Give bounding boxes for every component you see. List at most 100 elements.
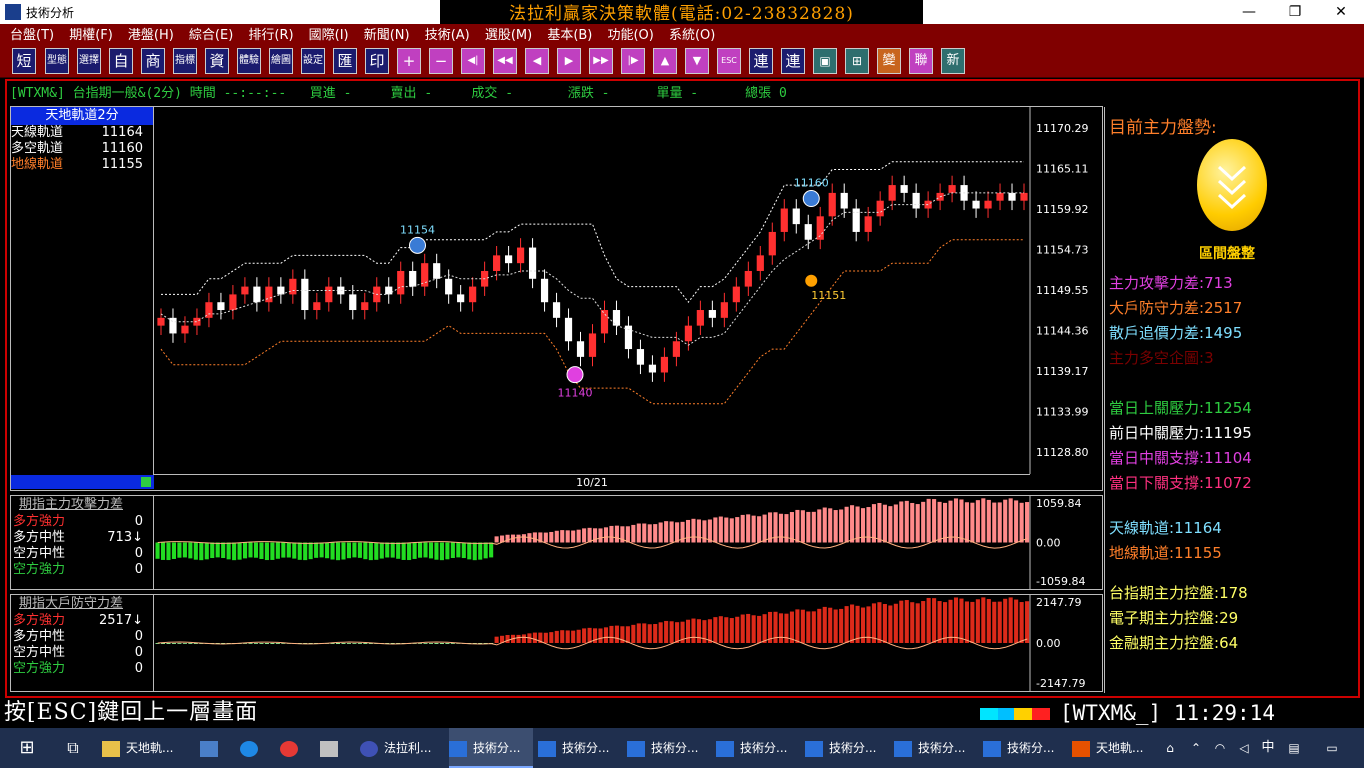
candle-body	[1020, 192, 1028, 201]
people-icon[interactable]: ⌂	[1160, 728, 1180, 768]
print-button[interactable]: 印	[365, 48, 389, 74]
legend-value: 0	[134, 629, 143, 644]
notification-icon[interactable]: ▭	[1322, 728, 1342, 768]
start-icon[interactable]: ⊞	[12, 728, 42, 768]
y-tick-label: 11139.17	[1036, 365, 1089, 378]
legend-value: 713↓	[107, 530, 143, 545]
bar	[926, 498, 931, 543]
bar	[981, 498, 986, 543]
task-item[interactable]: 技術分...	[716, 728, 800, 768]
fast-back-button[interactable]: ◀◀	[493, 48, 517, 74]
legend-value: 0	[134, 514, 143, 529]
trend-coin-icon	[1197, 139, 1267, 231]
bar	[713, 517, 718, 543]
zoom-out-button[interactable]: −	[429, 48, 453, 74]
short-button[interactable]: 短	[12, 48, 36, 74]
task-item[interactable]: 法拉利...	[360, 728, 444, 768]
window-icon[interactable]: ▣	[813, 48, 837, 74]
lock-icon[interactable]: ⊞	[845, 48, 869, 74]
bar	[237, 542, 242, 560]
zoom-in-button[interactable]: +	[397, 48, 421, 74]
level-value: 11254	[1204, 399, 1252, 417]
y-tick-label: 11144.36	[1036, 325, 1089, 338]
task-item[interactable]: 技術分...	[894, 728, 978, 768]
legend-header[interactable]: 天地軌道2分	[11, 107, 153, 125]
x-axis-date: 10/21	[154, 474, 1030, 489]
task-item[interactable]: 天地軌...	[1072, 728, 1156, 768]
last-page-button[interactable]: |▶	[621, 48, 645, 74]
change-button[interactable]: 變	[877, 48, 901, 74]
close-button[interactable]: ✕	[1318, 0, 1364, 24]
level-value: 11072	[1204, 474, 1252, 492]
bar	[232, 542, 237, 561]
bar	[155, 542, 160, 559]
restore-button[interactable]: ❐	[1272, 0, 1318, 24]
attack-row-bull-neutral: 多方中性 713↓	[11, 530, 153, 546]
chart-app-icon	[716, 740, 734, 757]
legend-scroll-bar[interactable]	[11, 475, 154, 489]
bar	[959, 499, 964, 543]
task-item[interactable]: 技術分...	[805, 728, 889, 768]
attack-bar-chart[interactable]: 1059.84 0.00 -1059.84	[155, 496, 1102, 589]
bar	[483, 542, 488, 559]
link-chart-button[interactable]: 聯	[909, 48, 933, 74]
bar	[418, 542, 423, 558]
select-button[interactable]: 選擇	[77, 48, 101, 74]
task-pin[interactable]	[200, 728, 230, 768]
bar	[330, 542, 335, 560]
chrome-icon	[280, 740, 298, 757]
task-item[interactable]: 技術分...	[449, 728, 533, 768]
defense-bar-chart[interactable]: 2147.79 0.00 -2147.79	[155, 595, 1102, 691]
candlestick-chart[interactable]: 11170.29 11165.11 11159.92 11154.73 11149.55…	[155, 107, 1102, 474]
down-button[interactable]: ▼	[685, 48, 709, 74]
control-tx: 台指期主力控盤:178	[1109, 584, 1248, 602]
first-page-button[interactable]: ◀|	[461, 48, 485, 74]
bar	[844, 506, 849, 543]
new-button[interactable]: 新	[941, 48, 965, 74]
pattern-button[interactable]: 型態	[45, 48, 69, 74]
task-item[interactable]: 技術分...	[538, 728, 622, 768]
keyboard-icon[interactable]: ▤	[1284, 728, 1304, 768]
candle-body	[972, 200, 980, 209]
esc-button[interactable]: ESC	[717, 48, 741, 74]
commodity-button[interactable]: 商	[141, 48, 165, 74]
speaker-icon[interactable]: ◁	[1234, 728, 1254, 768]
bar	[554, 530, 559, 543]
legend-label: 空方強力	[13, 661, 66, 676]
task-pin[interactable]	[280, 728, 310, 768]
ground-track-line	[160, 239, 1024, 405]
experience-button[interactable]: 體驗	[237, 48, 261, 74]
export-button[interactable]: 匯	[333, 48, 357, 74]
fast-forward-button[interactable]: ▶▶	[589, 48, 613, 74]
task-pin[interactable]	[320, 728, 350, 768]
task-pin[interactable]	[240, 728, 270, 768]
ie-icon	[240, 740, 258, 757]
task-item[interactable]: 技術分...	[627, 728, 711, 768]
ime-indicator[interactable]: 中	[1258, 728, 1278, 768]
bar	[647, 624, 652, 643]
link2-button[interactable]: 連	[781, 48, 805, 74]
data-button[interactable]: 資	[205, 48, 229, 74]
task-view-icon[interactable]: ⧉	[58, 728, 88, 768]
chevron-up-icon[interactable]: ⌃	[1186, 728, 1206, 768]
up-button[interactable]: ▲	[653, 48, 677, 74]
scroll-thumb[interactable]	[141, 477, 151, 487]
task-item[interactable]: 技術分...	[983, 728, 1067, 768]
wifi-icon[interactable]: ◠	[1210, 728, 1230, 768]
indicator-button[interactable]: 指標	[173, 48, 197, 74]
forward-button[interactable]: ▶	[557, 48, 581, 74]
bar	[647, 524, 652, 543]
bar	[188, 542, 193, 559]
bar	[560, 630, 565, 643]
bar	[964, 502, 969, 543]
draw-button[interactable]: 繪圖	[269, 48, 293, 74]
link-button[interactable]: 連	[749, 48, 773, 74]
task-item[interactable]: 天地軌...	[102, 728, 200, 768]
y-tick-label: 0.00	[1036, 637, 1061, 650]
bar	[800, 510, 805, 543]
self-button[interactable]: 自	[109, 48, 133, 74]
back-button[interactable]: ◀	[525, 48, 549, 74]
bar	[346, 643, 352, 644]
settings-button[interactable]: 設定	[301, 48, 325, 74]
minimize-button[interactable]: —	[1226, 0, 1272, 24]
